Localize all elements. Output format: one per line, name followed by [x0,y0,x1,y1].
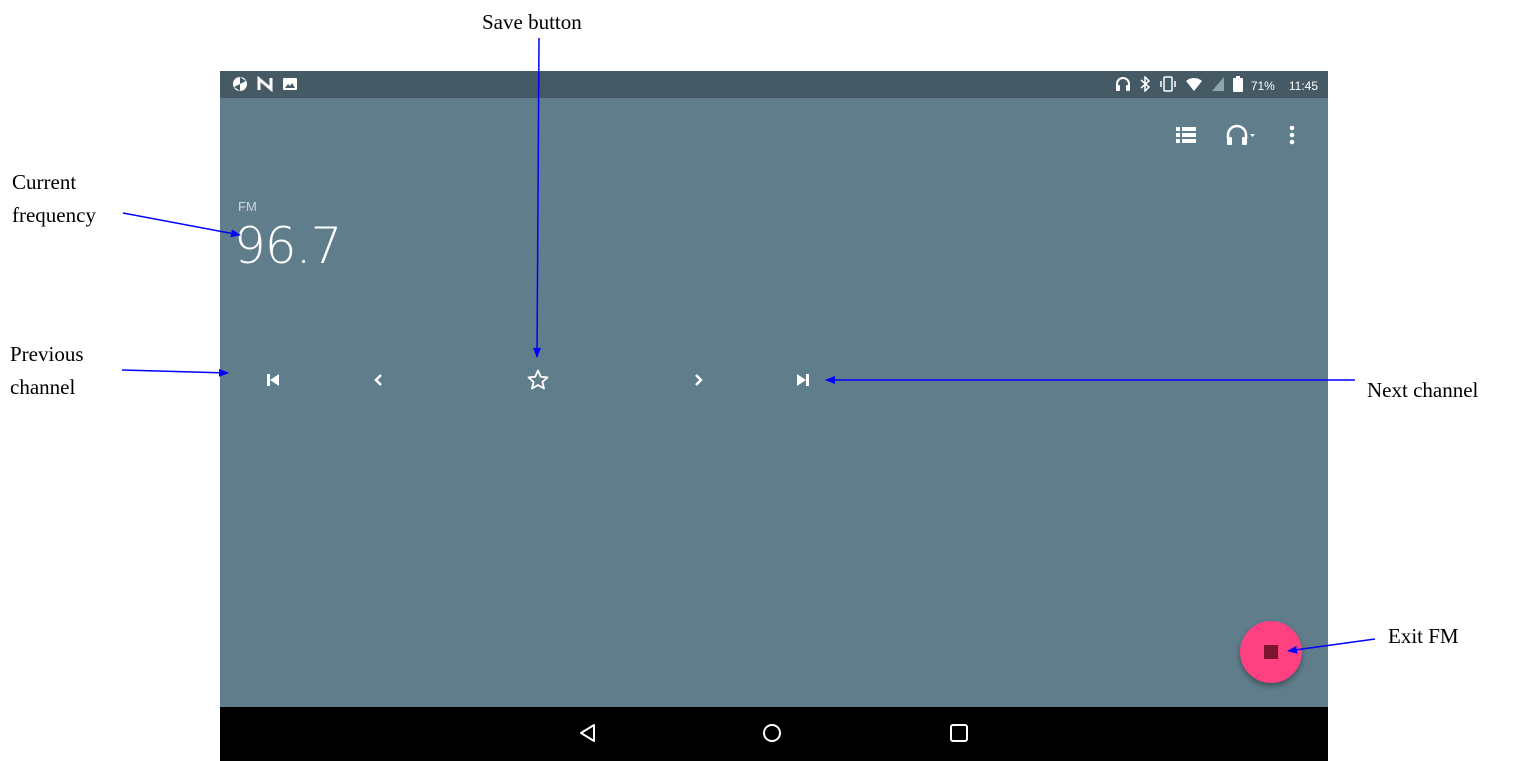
arrow-previous-channel [121,368,229,377]
arrow-exit-fm [1287,638,1376,654]
arrow-current-frequency [122,212,241,238]
arrow-save-button [533,37,542,358]
annotation-arrows [121,37,1376,654]
